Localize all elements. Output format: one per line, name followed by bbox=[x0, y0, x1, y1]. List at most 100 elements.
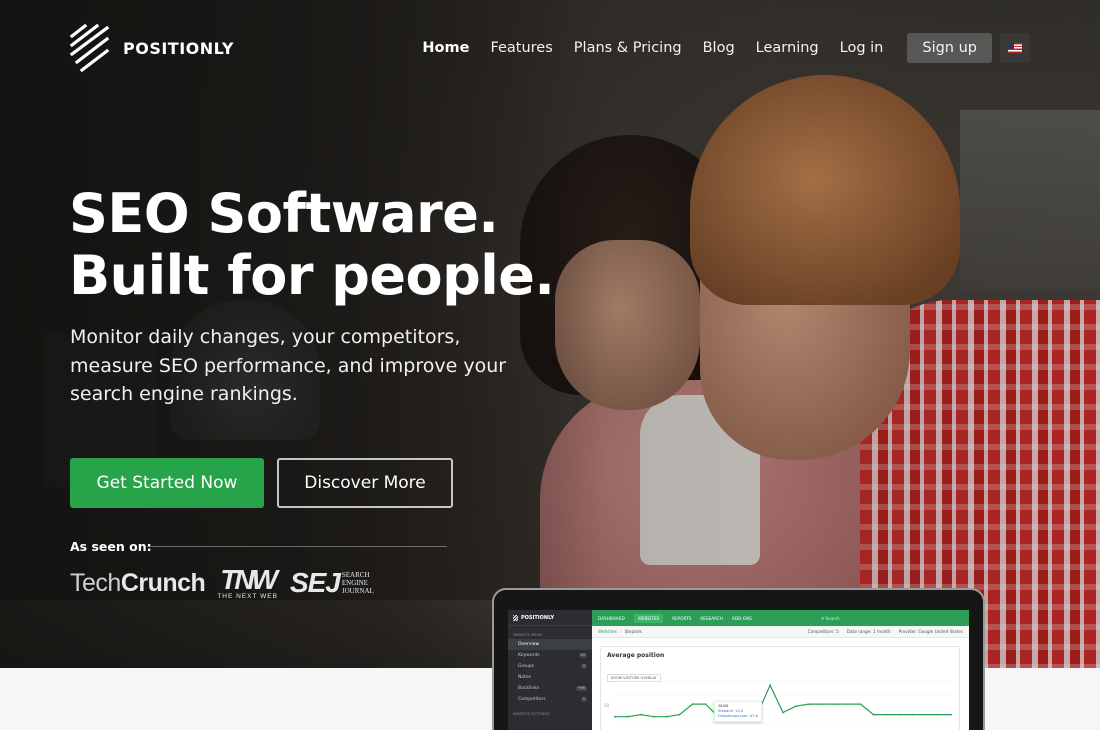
headline-line-1: SEO Software. bbox=[69, 182, 499, 245]
series-point bbox=[614, 715, 616, 718]
techcrunch-part-1: Tech bbox=[70, 568, 121, 597]
series-point bbox=[911, 713, 914, 716]
website-menu-heading: WEBSITE MENU bbox=[513, 632, 543, 637]
menu-backlinks[interactable]: Backlinks 996 bbox=[508, 683, 592, 694]
tnw-wordmark: TNW bbox=[220, 564, 278, 595]
as-seen-on-label: As seen on: bbox=[70, 539, 152, 554]
main-nav: Home Features Plans & Pricing Blog Learn… bbox=[401, 33, 1030, 63]
us-flag-icon bbox=[1008, 43, 1022, 53]
menu-count: 43 bbox=[578, 653, 587, 658]
chart-axis-label: 20 bbox=[604, 703, 610, 708]
menu-competitors[interactable]: Competitors 5 bbox=[508, 694, 592, 705]
menu-label: Groups bbox=[518, 664, 535, 669]
tab-add-ons[interactable]: ADD-ONS bbox=[732, 616, 752, 621]
dashboard-sidebar: POSITIONLY WEBSITE MENU Overview Keyword… bbox=[508, 610, 592, 730]
search-placeholder: Search bbox=[825, 615, 840, 621]
dashboard-screen: POSITIONLY WEBSITE MENU Overview Keyword… bbox=[508, 610, 969, 730]
series-point bbox=[704, 703, 707, 705]
series-point bbox=[627, 715, 629, 718]
series-point bbox=[652, 715, 655, 718]
series-point bbox=[859, 703, 862, 705]
dashboard-subbar: Websites › Stepank Competitors: 5 Date r… bbox=[592, 626, 969, 638]
sej-logo: SEJ SEARCH ENGINE JOURNAL bbox=[290, 567, 374, 599]
tab-websites[interactable]: WEBSITES bbox=[633, 613, 664, 623]
brand-logo[interactable]: POSITIONLY bbox=[69, 22, 234, 74]
series-point bbox=[898, 713, 901, 716]
tooltip-series-2: Outputcopy.com: 47.6 bbox=[718, 714, 758, 718]
nav-features[interactable]: Features bbox=[490, 33, 552, 63]
series-point bbox=[678, 713, 681, 716]
menu-label: Notes bbox=[518, 675, 531, 680]
filter-competitors[interactable]: Competitors: 5 bbox=[808, 629, 839, 634]
menu-keywords[interactable]: Keywords 43 bbox=[508, 650, 592, 661]
tab-dashboard[interactable]: DASHBOARD bbox=[598, 616, 625, 621]
sej-wordmark: SEJ bbox=[289, 567, 341, 599]
techcrunch-logo: TechCrunch bbox=[70, 568, 206, 598]
breadcrumb-separator-icon: › bbox=[619, 629, 622, 634]
sej-sub-2: ENGINE bbox=[341, 579, 368, 588]
sej-subtitle: SEARCH ENGINE JOURNAL bbox=[342, 571, 374, 595]
nav-plans-pricing[interactable]: Plans & Pricing bbox=[574, 33, 682, 63]
series-point bbox=[950, 713, 952, 716]
series-point bbox=[937, 713, 939, 716]
series-point bbox=[833, 703, 836, 705]
dashboard-brand: POSITIONLY bbox=[508, 610, 592, 626]
series-point bbox=[665, 715, 668, 718]
laptop-dashboard-preview: POSITIONLY WEBSITE MENU Overview Keyword… bbox=[492, 588, 985, 730]
menu-overview[interactable]: Overview bbox=[508, 639, 592, 650]
nav-learning[interactable]: Learning bbox=[756, 33, 819, 63]
series-point bbox=[782, 711, 784, 714]
series-point bbox=[924, 713, 927, 716]
menu-label: Competitors bbox=[518, 697, 546, 702]
dashboard-topbar: DASHBOARD WEBSITES REPORTS RESEARCH ADD-… bbox=[592, 610, 969, 626]
dashboard-filters: Competitors: 5 Date range: 1 month Provi… bbox=[808, 629, 963, 634]
series-point bbox=[846, 703, 849, 705]
positionly-logo-icon bbox=[69, 23, 110, 73]
series-point bbox=[820, 703, 823, 705]
series-point bbox=[885, 713, 888, 716]
breadcrumb-current: Stepank bbox=[624, 629, 642, 634]
nav-login[interactable]: Log in bbox=[840, 33, 884, 63]
series-point bbox=[872, 713, 875, 716]
press-logos: TechCrunch TNW THE NEXT WEB SEJ SEARCH E… bbox=[70, 566, 374, 601]
menu-label: Overview bbox=[518, 642, 540, 647]
as-seen-on-divider bbox=[147, 546, 447, 547]
breadcrumb-websites[interactable]: Websites bbox=[598, 629, 617, 634]
tab-research[interactable]: RESEARCH bbox=[700, 616, 723, 621]
nav-home[interactable]: Home bbox=[422, 33, 469, 63]
dashboard-logo-icon bbox=[513, 614, 518, 621]
website-settings-heading: WEBSITE SETTINGS bbox=[513, 711, 550, 716]
series-point bbox=[795, 705, 797, 708]
sej-sub-1: SEARCH bbox=[341, 571, 370, 580]
brand-name: POSITIONLY bbox=[123, 38, 234, 58]
dashboard-search[interactable]: ⚲ Search bbox=[821, 616, 840, 621]
dashboard-brand-name: POSITIONLY bbox=[521, 614, 555, 621]
nav-blog[interactable]: Blog bbox=[703, 33, 735, 63]
sej-sub-3: JOURNAL bbox=[341, 587, 374, 596]
hero-subhead: Monitor daily changes, your competitors,… bbox=[70, 326, 507, 405]
series-point bbox=[691, 703, 694, 705]
discover-more-button[interactable]: Discover More bbox=[277, 458, 453, 508]
chart-tooltip: 28/06 Stepank: 13.0 Outputcopy.com: 47.6 bbox=[714, 701, 762, 722]
filter-provider[interactable]: Provider: Google United States bbox=[899, 629, 963, 634]
series-point bbox=[769, 684, 771, 687]
menu-count: 996 bbox=[576, 686, 587, 691]
tnw-logo: TNW THE NEXT WEB bbox=[217, 566, 278, 601]
signup-button[interactable]: Sign up bbox=[907, 33, 992, 63]
series-point bbox=[639, 713, 642, 716]
language-selector[interactable] bbox=[1000, 33, 1030, 63]
tnw-subtitle: THE NEXT WEB bbox=[217, 593, 278, 600]
tab-reports[interactable]: REPORTS bbox=[672, 616, 691, 621]
hero-headline: SEO Software. Built for people. bbox=[69, 182, 555, 307]
menu-label: Backlinks bbox=[518, 686, 540, 691]
menu-count: 3 bbox=[580, 664, 587, 669]
menu-count: 5 bbox=[580, 697, 587, 702]
techcrunch-part-2: Crunch bbox=[120, 568, 206, 597]
menu-groups[interactable]: Groups 3 bbox=[508, 661, 592, 672]
card-title: Average position bbox=[607, 652, 665, 659]
filter-date-range[interactable]: Date range: 1 month bbox=[847, 629, 891, 634]
get-started-button[interactable]: Get Started Now bbox=[70, 458, 264, 508]
menu-notes[interactable]: Notes bbox=[508, 672, 592, 683]
menu-label: Keywords bbox=[518, 653, 540, 658]
series-point bbox=[807, 703, 810, 705]
